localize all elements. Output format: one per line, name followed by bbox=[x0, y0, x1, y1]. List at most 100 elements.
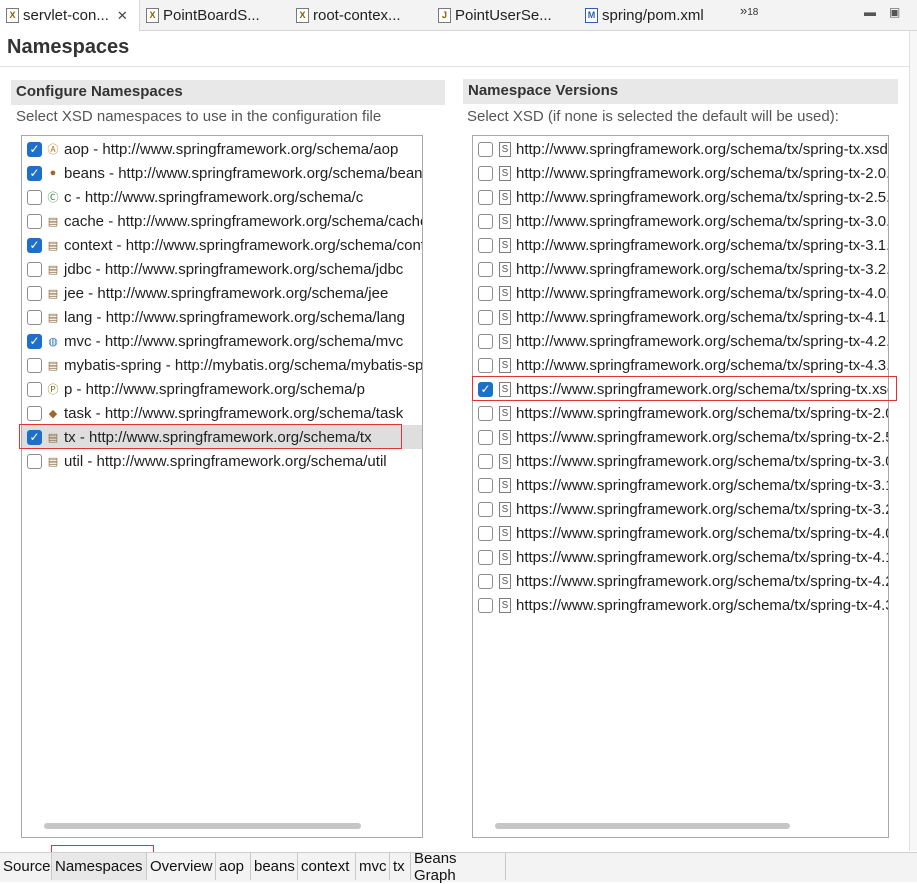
namespace-checkbox[interactable] bbox=[27, 213, 42, 229]
namespace-row[interactable]: ▤ jee - http://www.springframework.org/sc… bbox=[22, 281, 422, 305]
xsd-version-checkbox[interactable] bbox=[478, 165, 493, 181]
tab-overflow-button[interactable]: »18 bbox=[740, 3, 758, 18]
xsd-version-checkbox[interactable] bbox=[478, 405, 493, 421]
xsd-version-checkbox[interactable] bbox=[478, 261, 493, 277]
tab-source[interactable]: Source bbox=[0, 853, 52, 880]
xsd-version-row[interactable]: Shttp://www.springframework.org/schema/t… bbox=[473, 257, 888, 281]
xsd-version-checkbox[interactable] bbox=[478, 237, 493, 253]
editor-tab-pointuser[interactable]: J PointUserSe... bbox=[432, 0, 552, 31]
tab-mvc[interactable]: mvc bbox=[356, 853, 390, 880]
xsd-version-label: http://www.springframework.org/schema/tx… bbox=[516, 164, 889, 182]
namespace-checkbox[interactable] bbox=[27, 237, 42, 253]
namespace-row[interactable]: ▤ mybatis-spring - http://mybatis.org/sch… bbox=[22, 353, 422, 377]
xsd-version-checkbox[interactable] bbox=[478, 525, 493, 541]
namespace-row[interactable]: Ⓒc - http://www.springframework.org/sche… bbox=[22, 185, 422, 209]
namespace-row[interactable]: ◍ mvc - http://www.springframework.org/sc… bbox=[22, 329, 422, 353]
xsd-version-row[interactable]: Shttps://www.springframework.org/schema/… bbox=[473, 473, 888, 497]
tab-label: beans bbox=[254, 858, 295, 875]
xsd-version-checkbox[interactable] bbox=[478, 573, 493, 589]
xsd-version-checkbox[interactable] bbox=[478, 333, 493, 349]
tab-beans[interactable]: beans bbox=[251, 853, 298, 880]
xsd-file-icon: S bbox=[499, 189, 511, 205]
xsd-version-row[interactable]: Shttps://www.springframework.org/schema/… bbox=[473, 425, 888, 449]
namespace-checkbox[interactable] bbox=[27, 357, 42, 373]
tab-overview[interactable]: Overview bbox=[147, 853, 216, 880]
namespace-row[interactable]: ▤ tx - http://www.springframework.org/sch… bbox=[22, 425, 422, 449]
xsd-version-checkbox[interactable] bbox=[478, 213, 493, 229]
xsd-version-row[interactable]: Shttp://www.springframework.org/schema/t… bbox=[473, 353, 888, 377]
xsd-version-row[interactable]: Shttps://www.springframework.org/schema/… bbox=[473, 449, 888, 473]
tab-tx[interactable]: tx bbox=[390, 853, 411, 880]
minimize-icon[interactable]: ▬ bbox=[864, 5, 876, 19]
namespace-row[interactable]: ▤ jdbc - http://www.springframework.org/s… bbox=[22, 257, 422, 281]
editor-tab-pom[interactable]: M spring/pom.xml bbox=[579, 0, 704, 31]
namespace-checkbox[interactable] bbox=[27, 141, 42, 157]
namespace-checkbox[interactable] bbox=[27, 165, 42, 181]
xsd-version-checkbox[interactable] bbox=[478, 141, 493, 157]
xsd-version-checkbox[interactable] bbox=[478, 597, 493, 613]
namespace-row[interactable]: Ⓟp - http://www.springframework.org/sche… bbox=[22, 377, 422, 401]
maximize-icon[interactable]: ▣ bbox=[889, 5, 900, 19]
xsd-version-row[interactable]: Shttp://www.springframework.org/schema/t… bbox=[473, 209, 888, 233]
xsd-version-row[interactable]: Shttps://www.springframework.org/schema/… bbox=[473, 377, 888, 401]
namespace-list[interactable]: Ⓐaop - http://www.springframework.org/sc… bbox=[21, 135, 423, 838]
namespace-checkbox[interactable] bbox=[27, 381, 42, 397]
xsd-version-checkbox[interactable] bbox=[478, 549, 493, 565]
xsd-version-checkbox[interactable] bbox=[478, 453, 493, 469]
xsd-version-row[interactable]: Shttps://www.springframework.org/schema/… bbox=[473, 593, 888, 617]
namespace-checkbox[interactable] bbox=[27, 453, 42, 469]
xsd-version-row[interactable]: Shttp://www.springframework.org/schema/t… bbox=[473, 305, 888, 329]
tab-namespaces[interactable]: Namespaces bbox=[52, 853, 147, 880]
xsd-version-list-scrollbar[interactable] bbox=[495, 823, 790, 829]
namespace-row[interactable]: ▤ context - http://www.springframework.or… bbox=[22, 233, 422, 257]
namespace-checkbox[interactable] bbox=[27, 333, 42, 349]
xsd-version-checkbox[interactable] bbox=[478, 357, 493, 373]
xsd-version-checkbox[interactable] bbox=[478, 189, 493, 205]
namespace-checkbox[interactable] bbox=[27, 309, 42, 325]
xsd-version-row[interactable]: Shttp://www.springframework.org/schema/t… bbox=[473, 329, 888, 353]
namespace-checkbox[interactable] bbox=[27, 189, 42, 205]
xsd-file-icon: S bbox=[499, 381, 511, 397]
namespace-versions-heading: Namespace Versions bbox=[463, 79, 898, 104]
namespace-row[interactable]: ● beans - http://www.springframework.org/… bbox=[22, 161, 422, 185]
namespace-checkbox[interactable] bbox=[27, 429, 42, 445]
xsd-version-checkbox[interactable] bbox=[478, 477, 493, 493]
editor-tab-root-context[interactable]: X root-contex... bbox=[290, 0, 401, 31]
namespace-row[interactable]: ◆ task - http://www.springframework.org/s… bbox=[22, 401, 422, 425]
tab-context[interactable]: context bbox=[298, 853, 356, 880]
xsd-version-row[interactable]: Shttps://www.springframework.org/schema/… bbox=[473, 497, 888, 521]
namespace-row[interactable]: Ⓐaop - http://www.springframework.org/sc… bbox=[22, 137, 422, 161]
xsd-file-icon: S bbox=[499, 141, 511, 157]
xsd-version-label: https://www.springframework.org/schema/t… bbox=[516, 572, 889, 590]
xsd-version-row[interactable]: Shttps://www.springframework.org/schema/… bbox=[473, 545, 888, 569]
xsd-version-list[interactable]: Shttp://www.springframework.org/schema/t… bbox=[472, 135, 889, 838]
xsd-version-row[interactable]: Shttp://www.springframework.org/schema/t… bbox=[473, 281, 888, 305]
xsd-version-row[interactable]: Shttps://www.springframework.org/schema/… bbox=[473, 569, 888, 593]
xsd-version-checkbox[interactable] bbox=[478, 501, 493, 517]
editor-tab-pointboard[interactable]: X PointBoardS... bbox=[140, 0, 260, 31]
xsd-version-row[interactable]: Shttps://www.springframework.org/schema/… bbox=[473, 521, 888, 545]
namespace-label: beans - http://www.springframework.org/s… bbox=[64, 164, 423, 182]
editor-tab-servlet-context[interactable]: X servlet-con... ✕ bbox=[0, 0, 140, 31]
tab-aop[interactable]: aop bbox=[216, 853, 251, 880]
xsd-file-icon: S bbox=[499, 525, 511, 541]
tab-beans-graph[interactable]: Beans Graph bbox=[411, 850, 506, 884]
namespace-row[interactable]: ▤ cache - http://www.springframework.org/… bbox=[22, 209, 422, 233]
close-icon[interactable]: ✕ bbox=[117, 8, 128, 24]
namespace-checkbox[interactable] bbox=[27, 285, 42, 301]
namespace-row[interactable]: ▤ util - http://www.springframework.org/s… bbox=[22, 449, 422, 473]
namespace-checkbox[interactable] bbox=[27, 261, 42, 277]
xsd-version-row[interactable]: Shttps://www.springframework.org/schema/… bbox=[473, 401, 888, 425]
xsd-version-checkbox[interactable] bbox=[478, 285, 493, 301]
namespace-list-scrollbar[interactable] bbox=[44, 823, 361, 829]
xsd-version-row[interactable]: Shttp://www.springframework.org/schema/t… bbox=[473, 185, 888, 209]
xsd-version-checkbox[interactable] bbox=[478, 429, 493, 445]
xsd-version-row[interactable]: Shttp://www.springframework.org/schema/t… bbox=[473, 233, 888, 257]
xsd-version-row[interactable]: Shttp://www.springframework.org/schema/t… bbox=[473, 161, 888, 185]
xsd-version-row[interactable]: Shttp://www.springframework.org/schema/t… bbox=[473, 137, 888, 161]
xsd-version-checkbox[interactable] bbox=[478, 381, 493, 397]
xsd-version-checkbox[interactable] bbox=[478, 309, 493, 325]
namespace-row[interactable]: ▤ lang - http://www.springframework.org/s… bbox=[22, 305, 422, 329]
namespace-checkbox[interactable] bbox=[27, 405, 42, 421]
xsd-version-label: http://www.springframework.org/schema/tx… bbox=[516, 332, 889, 350]
